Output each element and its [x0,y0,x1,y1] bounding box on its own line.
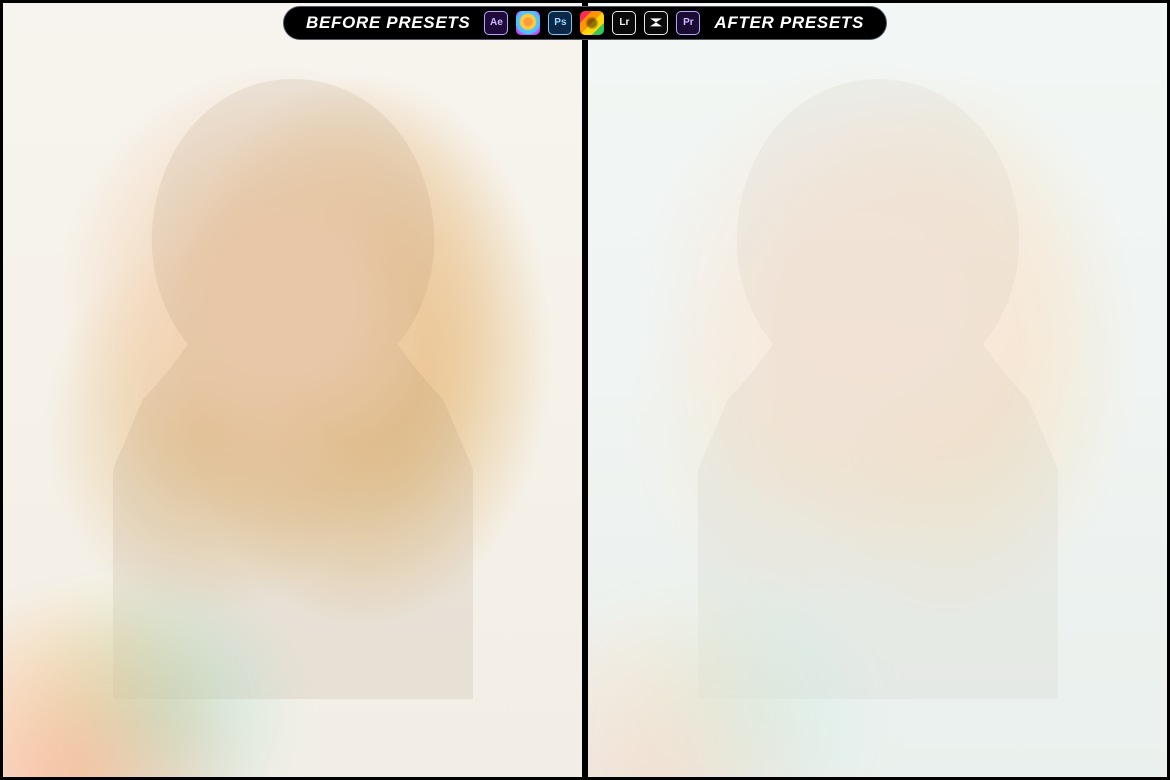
comparison-panels [0,0,1170,780]
icon-abbr: Ae [490,17,503,28]
header-pill: BEFORE PRESETS Ae Ps Lr Pr AFTER PRESETS [283,6,887,40]
final-cut-pro-icon [580,11,604,35]
photoshop-icon: Ps [548,11,572,35]
icon-abbr: Lr [619,17,629,28]
capcut-icon [644,11,668,35]
app-icon-row: Ae Ps Lr Pr [484,11,700,35]
after-label: AFTER PRESETS [714,13,864,33]
preset-comparison-frame: BEFORE PRESETS Ae Ps Lr Pr AFTER PRESETS [0,0,1170,780]
after-effects-icon: Ae [484,11,508,35]
before-panel [0,0,585,780]
icon-abbr: Pr [683,17,694,28]
davinci-resolve-icon [516,11,540,35]
icon-abbr: Ps [554,17,566,28]
before-label: BEFORE PRESETS [306,13,470,33]
premiere-pro-icon: Pr [676,11,700,35]
after-panel [585,0,1170,780]
lightroom-icon: Lr [612,11,636,35]
